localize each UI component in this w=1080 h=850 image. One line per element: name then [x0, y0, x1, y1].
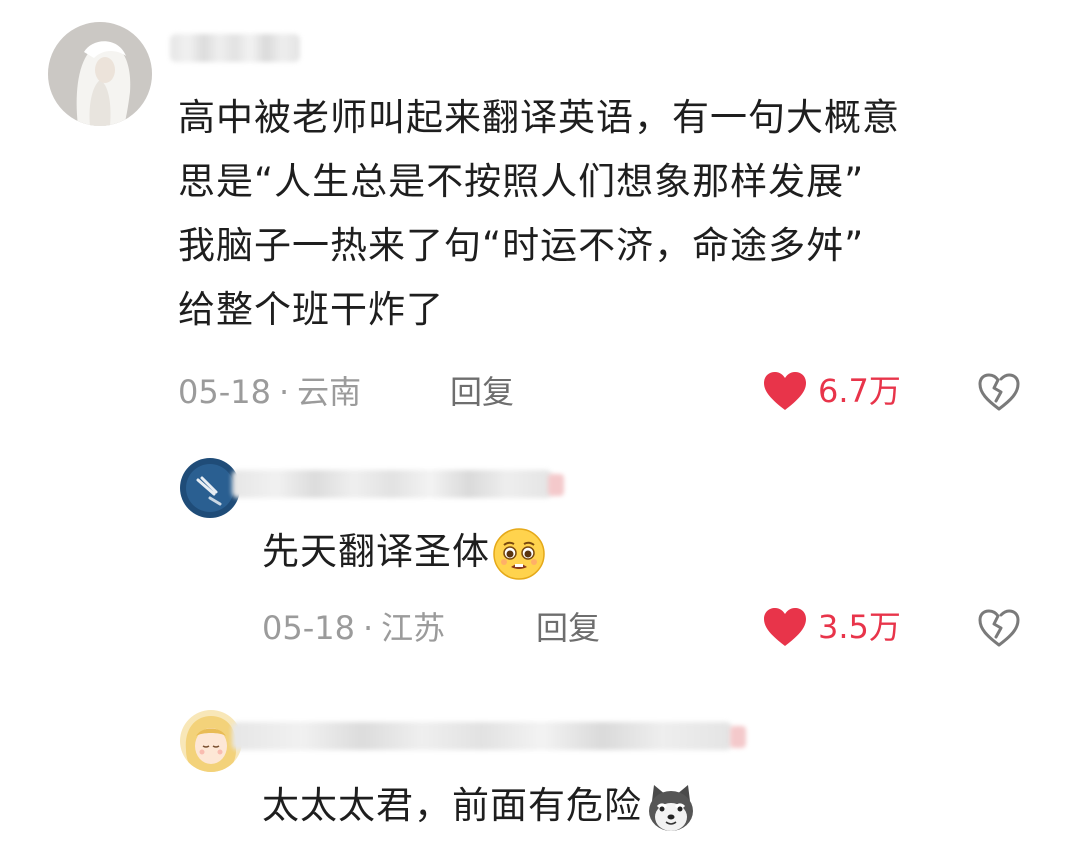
comment-line: 思是“人生总是不按照人们想象那样发展” — [178, 160, 865, 203]
shiba-dog-emoji — [644, 781, 698, 835]
heart-icon — [762, 370, 808, 412]
like-button[interactable]: 6.7万 — [762, 370, 901, 412]
reply-meta: 05-18 · 江苏 — [262, 608, 445, 648]
like-button[interactable]: 3.5万 — [762, 606, 901, 648]
comment-line: 高中被老师叫起来翻译英语，有一句大概意 — [178, 96, 900, 139]
reply-date: 05-18 — [262, 609, 355, 647]
reply-text: 太太太君，前面有危险 — [262, 774, 698, 838]
comment-location: 云南 — [297, 373, 362, 411]
like-count: 6.7万 — [818, 372, 901, 410]
username-blurred[interactable] — [232, 722, 732, 750]
comment-date: 05-18 — [178, 373, 271, 411]
reply-button[interactable]: 回复 — [536, 608, 600, 648]
pleading-face-emoji — [492, 527, 546, 581]
username-badge-blurred — [730, 726, 746, 748]
avatar[interactable] — [180, 458, 240, 518]
avatar[interactable] — [48, 22, 152, 126]
reply-button[interactable]: 回复 — [450, 372, 514, 412]
comment-meta: 05-18 · 云南 — [178, 372, 361, 412]
reply-location: 江苏 — [381, 609, 446, 647]
separator: · — [278, 373, 290, 411]
broken-heart-icon[interactable] — [976, 371, 1022, 413]
comment-text: 高中被老师叫起来翻译英语，有一句大概意 思是“人生总是不按照人们想象那样发展” … — [178, 86, 900, 342]
like-count: 3.5万 — [818, 608, 901, 646]
heart-icon — [762, 606, 808, 648]
reply-text: 先天翻译圣体 — [262, 520, 546, 584]
comment-line: 我脑子一热来了句“时运不济，命途多舛” — [178, 224, 865, 267]
username-badge-blurred — [548, 474, 564, 496]
separator: · — [362, 609, 374, 647]
broken-heart-icon[interactable] — [976, 607, 1022, 649]
username-blurred[interactable] — [232, 470, 552, 498]
username-blurred[interactable] — [170, 34, 300, 62]
comment-line: 给整个班干炸了 — [178, 288, 444, 331]
